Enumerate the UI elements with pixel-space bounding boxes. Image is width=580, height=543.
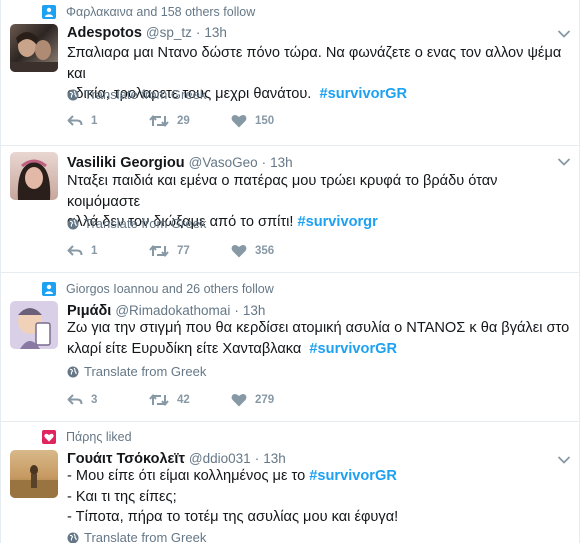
hashtag-link[interactable]: #survivorGR [309, 468, 397, 484]
timestamp[interactable]: 13h [270, 155, 293, 170]
translate-label: Translate from Greek [84, 87, 207, 102]
author-name[interactable]: Ριμάδι [67, 303, 111, 319]
reply-icon [67, 115, 83, 126]
separator-dot: · [254, 451, 260, 466]
like-count: 356 [255, 245, 275, 257]
like-button[interactable]: 150 [231, 114, 274, 128]
retweet-icon [149, 114, 169, 128]
translate-link[interactable]: Translate from Greek [67, 87, 206, 102]
heart-icon [42, 430, 56, 444]
retweet-icon [149, 393, 169, 407]
heart-icon [231, 114, 247, 128]
tweet-text: - Μου είπε ότι είμαι κολλημένος με το #s… [67, 466, 573, 528]
avatar[interactable] [10, 301, 58, 349]
globe-icon [67, 218, 79, 229]
tweet-text-line: Σπαλιαρα μαι Ντανο δώστε πόνο τώρα. Να φ… [67, 45, 562, 82]
heart-icon [231, 393, 247, 407]
tweet-header: Vasiliki Georgiou @VasoGeo · 13h [67, 155, 293, 171]
globe-icon [67, 366, 79, 377]
social-context-text[interactable]: Giorgos Ioannou and 26 others follow [66, 282, 274, 296]
globe-icon [67, 532, 79, 543]
translate-link[interactable]: Translate from Greek [67, 364, 206, 379]
chevron-down-icon[interactable] [557, 157, 571, 167]
tweet-actions: 3 42 279 [67, 393, 367, 413]
retweet-count: 42 [177, 394, 190, 406]
timeline-feed: Φαρλακαινα and 158 others follow Adespot… [0, 0, 580, 543]
like-count: 150 [255, 115, 275, 127]
author-handle[interactable]: @ddio031 [189, 451, 251, 466]
retweet-count: 77 [177, 245, 190, 257]
social-context: Φαρλακαινα and 158 others follow [42, 5, 255, 19]
retweet-button[interactable]: 42 [149, 393, 190, 407]
hashtag-link[interactable]: #survivorGR [319, 86, 407, 102]
author-handle[interactable]: @Rimadokathomai [115, 303, 230, 318]
reply-count: 3 [91, 394, 98, 406]
tweet-text-line: Νταξει παιδιά και εμένα ο πατέρας μου τρ… [67, 173, 498, 210]
tweet-text-line: κλαρί είτε Ευρυδίκη είτε Χανταβλακα #sur… [67, 339, 573, 360]
tweet-text-line: - Μου είπε ότι είμαι κολλημένος με το #s… [67, 466, 573, 487]
author-handle[interactable]: @VasoGeo [189, 155, 258, 170]
tweet-text-line: - Τίποτα, πήρα το τοτέμ της ασυλίας μου … [67, 509, 399, 525]
reply-count: 1 [91, 245, 98, 257]
hashtag-link[interactable]: #survivorgr [297, 214, 377, 230]
avatar[interactable] [10, 152, 58, 200]
tweet-card[interactable]: Φαρλακαινα and 158 others follow Adespot… [1, 0, 579, 146]
retweet-button[interactable]: 77 [149, 244, 190, 258]
translate-label: Translate from Greek [84, 530, 207, 543]
social-context: Πάρης liked [42, 430, 132, 444]
tweet-text: Ζω για την στιγμή που θα κερδίσει ατομικ… [67, 318, 573, 359]
like-button[interactable]: 356 [231, 244, 274, 258]
tweet-header: Ριμάδι @Rimadokathomai · 13h [67, 303, 265, 319]
translate-link[interactable]: Translate from Greek [67, 216, 206, 231]
tweet-text-fragment: κλαρί είτε Ευρυδίκη είτε Χανταβλακα [67, 340, 302, 357]
hashtag-link[interactable]: #survivorGR [309, 341, 397, 357]
author-name[interactable]: Vasiliki Georgiou [67, 155, 185, 171]
chevron-down-icon[interactable] [557, 29, 571, 39]
timestamp[interactable]: 13h [204, 25, 227, 40]
separator-dot: · [195, 25, 201, 40]
tweet-card[interactable]: Πάρης liked Γουάιτ Τσόκολεϊτ @ddio031 · … [1, 422, 579, 543]
translate-link[interactable]: Translate from Greek [67, 530, 206, 543]
heart-icon [231, 244, 247, 258]
follow-person-icon [42, 282, 56, 296]
author-handle[interactable]: @sp_tz [146, 25, 192, 40]
author-name[interactable]: Adespotos [67, 25, 142, 41]
translate-label: Translate from Greek [84, 364, 207, 379]
tweet-header: Adespotos @sp_tz · 13h [67, 25, 227, 41]
tweet-text-line: - Και τι της είπες; [67, 488, 177, 505]
tweet-header: Γουάιτ Τσόκολεϊτ @ddio031 · 13h [67, 451, 286, 467]
tweet-actions: 1 29 150 [67, 114, 367, 134]
reply-button[interactable]: 1 [67, 244, 97, 258]
tweet-actions: 1 77 356 [67, 244, 367, 264]
reply-count: 1 [91, 115, 98, 127]
reply-icon [67, 245, 83, 256]
separator-dot: · [234, 303, 239, 318]
separator-dot: · [261, 155, 267, 170]
globe-icon [67, 89, 79, 100]
tweet-card[interactable]: Vasiliki Georgiou @VasoGeo · 13h Νταξει … [1, 146, 579, 273]
social-context-text[interactable]: Πάρης liked [66, 430, 132, 444]
timestamp[interactable]: 13h [243, 303, 266, 318]
retweet-icon [149, 244, 169, 258]
avatar[interactable] [10, 450, 58, 498]
chevron-down-icon[interactable] [557, 455, 571, 465]
translate-label: Translate from Greek [84, 216, 207, 231]
social-context-text[interactable]: Φαρλακαινα and 158 others follow [66, 5, 255, 19]
avatar[interactable] [10, 24, 58, 72]
follow-person-icon [42, 5, 56, 19]
tweet-text-fragment: - Μου είπε ότι είμαι κολλημένος με το [67, 468, 306, 484]
author-name[interactable]: Γουάιτ Τσόκολεϊτ [67, 451, 185, 467]
reply-icon [67, 394, 83, 405]
like-button[interactable]: 279 [231, 393, 274, 407]
retweet-button[interactable]: 29 [149, 114, 190, 128]
like-count: 279 [255, 394, 275, 406]
social-context: Giorgos Ioannou and 26 others follow [42, 282, 274, 296]
retweet-count: 29 [177, 115, 190, 127]
reply-button[interactable]: 1 [67, 114, 97, 128]
timestamp[interactable]: 13h [263, 451, 286, 466]
reply-button[interactable]: 3 [67, 393, 97, 407]
tweet-card[interactable]: Giorgos Ioannou and 26 others follow Ριμ… [1, 273, 579, 422]
tweet-text-line: Ζω για την στιγμή που θα κερδίσει ατομικ… [67, 320, 570, 336]
